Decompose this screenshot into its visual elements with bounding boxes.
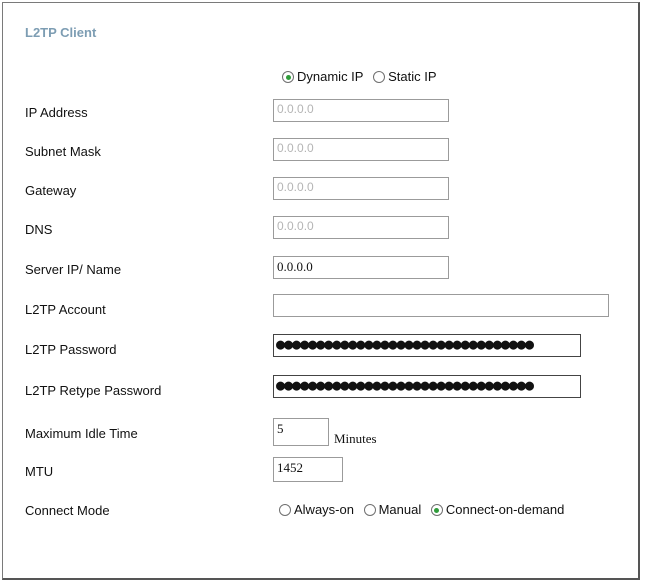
ip-address-input[interactable]: 0.0.0.0 [273, 99, 449, 122]
ip-address-label: IP Address [25, 105, 88, 120]
mtu-input[interactable]: 1452 [273, 457, 343, 482]
max-idle-time-label: Maximum Idle Time [25, 426, 138, 441]
connect-on-demand-radio[interactable] [430, 504, 443, 516]
section-title: L2TP Client [25, 25, 97, 40]
always-on-radio[interactable] [279, 504, 291, 516]
static-ip-option[interactable]: Static IP [373, 69, 437, 84]
connect-mode-label: Connect Mode [25, 503, 110, 518]
l2tp-client-panel: L2TP Client Dynamic IP Static IP IP Addr… [2, 2, 640, 580]
subnet-mask-label: Subnet Mask [25, 144, 101, 159]
server-ip-label: Server IP/ Name [25, 262, 122, 277]
dynamic-ip-radio[interactable] [282, 71, 294, 83]
mtu-label: MTU [25, 464, 54, 479]
static-ip-radio[interactable] [373, 71, 386, 83]
ip-mode-radio-group: Dynamic IP Static IP [282, 69, 443, 84]
l2tp-account-label: L2TP Account [25, 302, 106, 317]
gateway-label: Gateway [25, 183, 77, 198]
dns-label: DNS [25, 222, 53, 237]
max-idle-time-input[interactable]: 5 [273, 418, 329, 446]
connect-mode-radio-group: Always-on Manual Connect-on-demand [279, 502, 570, 517]
dynamic-ip-label: Dynamic IP [297, 69, 364, 84]
subnet-mask-input[interactable]: 0.0.0.0 [273, 138, 449, 161]
dns-input[interactable]: 0.0.0.0 [273, 216, 449, 239]
always-on-label: Always-on [294, 502, 354, 517]
l2tp-retype-password-input[interactable]: ●●●●●●●●●●●●●●●●●●●●●●●●●●●●●●●● [273, 375, 581, 398]
manual-label: Manual [378, 502, 422, 517]
l2tp-account-input[interactable] [273, 294, 609, 317]
l2tp-retype-password-label: L2TP Retype Password [25, 383, 162, 398]
dynamic-ip-option[interactable]: Dynamic IP [282, 69, 363, 84]
gateway-input[interactable]: 0.0.0.0 [273, 177, 449, 200]
connect-on-demand-label: Connect-on-demand [445, 502, 565, 517]
connect-on-demand-option[interactable]: Connect-on-demand [430, 502, 565, 517]
manual-radio[interactable] [363, 504, 376, 516]
server-ip-input[interactable]: 0.0.0.0 [273, 256, 449, 279]
l2tp-password-label: L2TP Password [25, 342, 117, 357]
manual-option[interactable]: Manual [363, 502, 422, 517]
idle-time-unit: Minutes [334, 431, 377, 446]
static-ip-label: Static IP [388, 69, 437, 84]
l2tp-password-input[interactable]: ●●●●●●●●●●●●●●●●●●●●●●●●●●●●●●●● [273, 334, 581, 357]
always-on-option[interactable]: Always-on [279, 502, 354, 517]
